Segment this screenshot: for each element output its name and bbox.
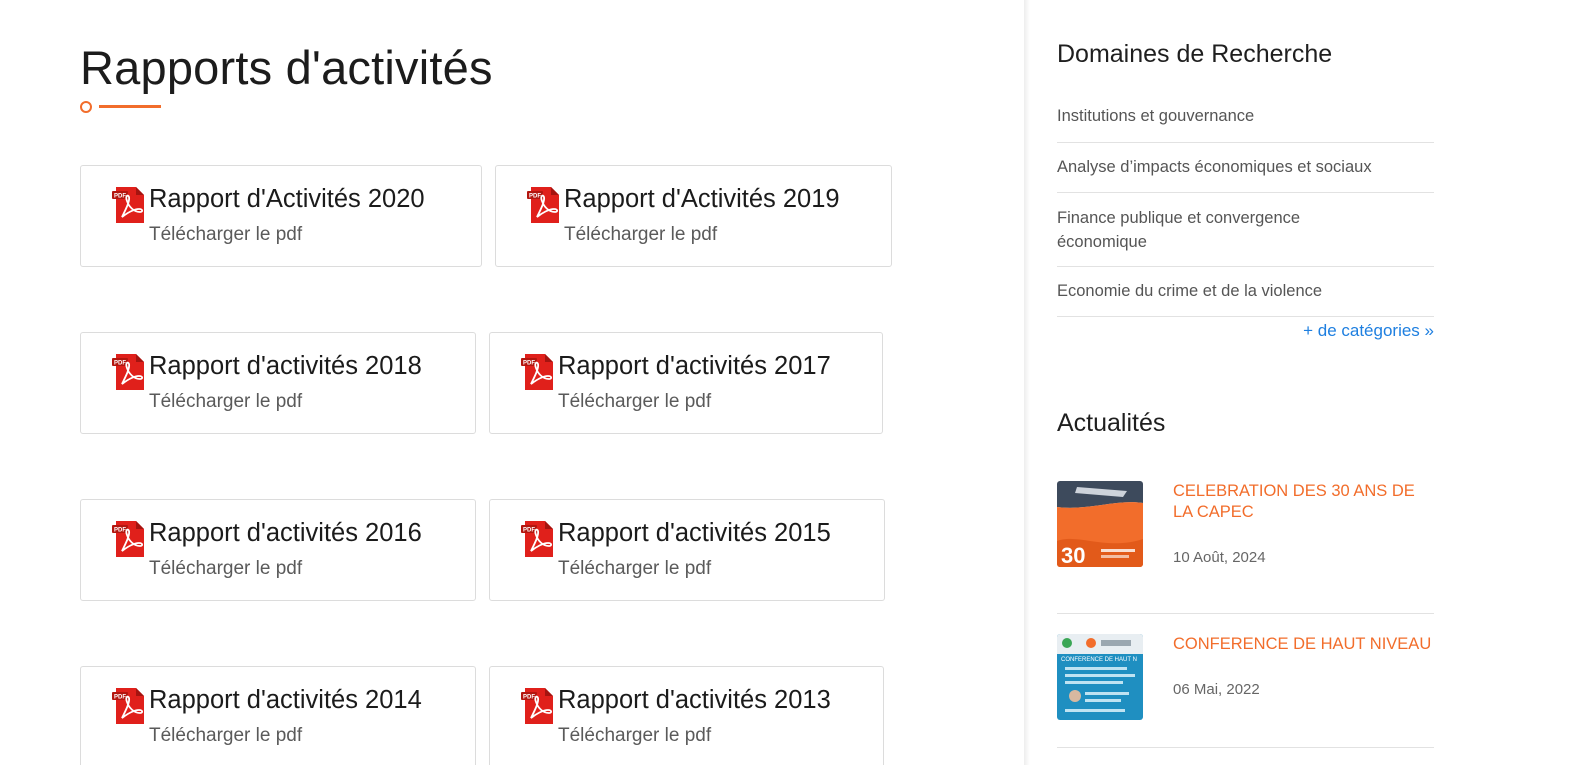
pdf-icon: PDF [112,354,144,390]
pdf-icon: PDF [112,521,144,557]
report-title: Rapport d'activités 2014 [149,686,422,714]
title-decoration [80,100,162,114]
pdf-icon: PDF [527,187,559,223]
download-pdf-link[interactable]: Télécharger le pdf [149,558,302,580]
download-pdf-link[interactable]: Télécharger le pdf [558,725,711,747]
download-pdf-link[interactable]: Télécharger le pdf [558,558,711,580]
news-item[interactable]: 30 CELEBRATION DES 30 ANS DE LA CAPEC 10… [1057,481,1434,614]
pdf-icon: PDF [521,521,553,557]
report-card-2016[interactable]: PDF Rapport d'activités 2016 Télécharger… [80,499,476,601]
category-item[interactable]: Finance publique et convergence économiq… [1057,193,1434,267]
svg-text:PDF: PDF [529,194,541,200]
thumb-text: CONFERENCE DE HAUT N [1061,657,1137,663]
svg-text:PDF: PDF [114,361,126,367]
report-card-2017[interactable]: PDF Rapport d'activités 2017 Télécharger… [489,332,883,434]
news-date: 10 Août, 2024 [1173,549,1266,566]
pdf-icon: PDF [521,688,553,724]
news-thumbnail[interactable]: 30 [1057,481,1143,567]
category-item[interactable]: Economie du crime et de la violence [1057,267,1434,317]
svg-text:PDF: PDF [114,695,126,701]
news-title[interactable]: CELEBRATION DES 30 ANS DE LA CAPEC [1173,481,1434,523]
page-title: Rapports d'activités [80,41,493,94]
report-title: Rapport d'activités 2018 [149,352,422,380]
news-item[interactable]: CONFERENCE DE HAUT N CONFERENCE DE HAUT … [1057,634,1434,748]
download-pdf-link[interactable]: Télécharger le pdf [564,224,717,246]
report-card-2018[interactable]: PDF Rapport d'activités 2018 Télécharger… [80,332,476,434]
svg-text:PDF: PDF [523,695,535,701]
svg-text:PDF: PDF [523,528,535,534]
sidebar: Domaines de Recherche Institutions et go… [1057,0,1434,765]
svg-text:PDF: PDF [114,194,126,200]
report-title: Rapport d'activités 2017 [558,352,831,380]
main-content: Rapports d'activités PDF Rapport d'Activ… [80,0,980,765]
download-pdf-link[interactable]: Télécharger le pdf [149,391,302,413]
report-title: Rapport d'activités 2015 [558,519,831,547]
report-title: Rapport d'activités 2016 [149,519,422,547]
research-domains-heading: Domaines de Recherche [1057,40,1333,68]
svg-text:PDF: PDF [114,528,126,534]
report-title: Rapport d'Activités 2020 [149,185,425,213]
more-categories-link[interactable]: + de catégories » [1303,321,1434,341]
news-heading: Actualités [1057,409,1166,437]
sidebar-divider [1024,0,1030,765]
category-item[interactable]: Institutions et gouvernance [1057,100,1434,143]
news-title[interactable]: CONFERENCE DE HAUT NIVEAU [1173,634,1434,655]
report-card-2014[interactable]: PDF Rapport d'activités 2014 Télécharger… [80,666,476,765]
report-card-2013[interactable]: PDF Rapport d'activités 2013 Télécharger… [489,666,884,765]
pdf-icon: PDF [521,354,553,390]
category-item[interactable]: Analyse d’impacts économiques et sociaux [1057,143,1434,193]
report-title: Rapport d'Activités 2019 [564,185,840,213]
news-date: 06 Mai, 2022 [1173,681,1260,698]
category-list: Institutions et gouvernance Analyse d’im… [1057,100,1434,317]
pdf-icon: PDF [112,187,144,223]
thumb-text: 30 [1061,543,1085,567]
pdf-icon: PDF [112,688,144,724]
svg-text:PDF: PDF [523,361,535,367]
download-pdf-link[interactable]: Télécharger le pdf [149,224,302,246]
news-thumbnail[interactable]: CONFERENCE DE HAUT N [1057,634,1143,720]
report-card-2015[interactable]: PDF Rapport d'activités 2015 Télécharger… [489,499,885,601]
download-pdf-link[interactable]: Télécharger le pdf [558,391,711,413]
report-card-2019[interactable]: PDF Rapport d'Activités 2019 Télécharger… [495,165,892,267]
report-title: Rapport d'activités 2013 [558,686,831,714]
report-card-2020[interactable]: PDF Rapport d'Activités 2020 Télécharger… [80,165,482,267]
download-pdf-link[interactable]: Télécharger le pdf [149,725,302,747]
